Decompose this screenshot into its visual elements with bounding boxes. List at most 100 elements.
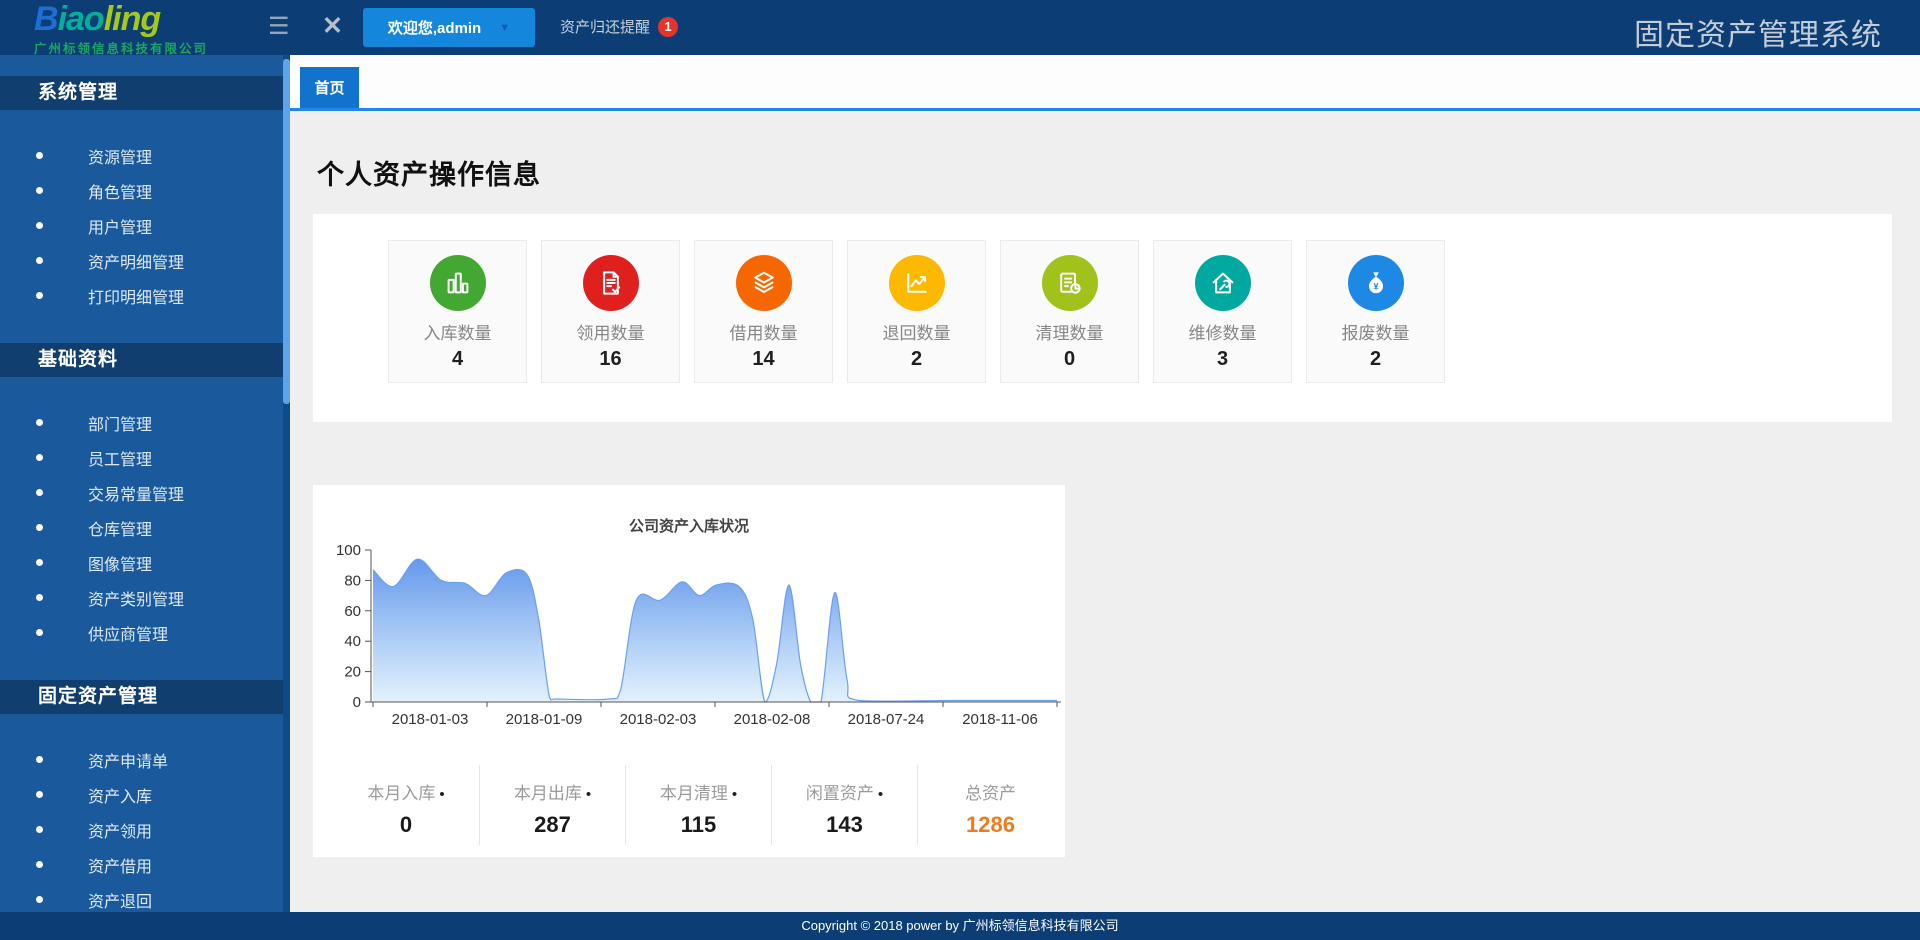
logo[interactable]: Biaoling 广州标领信息科技有限公司	[34, 2, 208, 57]
sidebar-item[interactable]: 员工管理	[0, 440, 290, 475]
sidebar-section-header[interactable]: 基础资料	[0, 343, 290, 377]
dot-icon: •	[732, 786, 737, 803]
money-bag-icon: ¥	[1348, 255, 1404, 311]
sidebar-item[interactable]: 资产类别管理	[0, 580, 290, 615]
sidebar-item-label: 图像管理	[88, 551, 152, 575]
svg-text:2018-02-08: 2018-02-08	[734, 711, 811, 728]
sidebar-item[interactable]: 打印明细管理	[0, 278, 290, 313]
home-wrench-icon	[1195, 255, 1251, 311]
summary-label: 总资产	[918, 779, 1063, 804]
stat-cards-panel: 入库数量 4 领用数量 16 借用数量 14 退回数量 2 清理数量 0 维修数…	[313, 214, 1892, 422]
dot-icon: •	[439, 786, 444, 803]
stat-card-label: 退回数量	[848, 319, 985, 344]
footer: Copyright © 2018 power by 广州标领信息科技有限公司	[0, 912, 1920, 940]
sidebar-item[interactable]: 资产申请单	[0, 742, 290, 777]
stat-card[interactable]: 维修数量 3	[1153, 240, 1292, 383]
svg-text:2018-07-24: 2018-07-24	[848, 711, 925, 728]
bullet-icon	[36, 187, 43, 194]
sidebar-item-label: 用户管理	[88, 214, 152, 238]
bullet-icon	[36, 629, 43, 636]
svg-text:2018-01-03: 2018-01-03	[392, 711, 469, 728]
sidebar-item[interactable]: 用户管理	[0, 208, 290, 243]
svg-text:40: 40	[344, 633, 361, 650]
sidebar-item[interactable]: 资源管理	[0, 138, 290, 173]
bullet-icon	[36, 594, 43, 601]
stat-card-label: 领用数量	[542, 319, 679, 344]
tab-home[interactable]: 首页	[300, 67, 359, 108]
sidebar-item-label: 打印明细管理	[88, 284, 184, 308]
stat-card[interactable]: ¥ 报废数量 2	[1306, 240, 1445, 383]
sidebar-item-label: 资产明细管理	[88, 249, 184, 273]
sidebar-item[interactable]: 资产领用	[0, 812, 290, 847]
sidebar-item[interactable]: 仓库管理	[0, 510, 290, 545]
dot-icon: •	[586, 786, 591, 803]
sidebar-item[interactable]: 图像管理	[0, 545, 290, 580]
user-dropdown-button[interactable]: 欢迎您,admin ▼	[363, 8, 535, 47]
asset-inbound-area-chart: 0204060801002018-01-032018-01-092018-02-…	[313, 540, 1065, 750]
app-header: Biaoling 广州标领信息科技有限公司 ☰ ✕ 欢迎您,admin ▼ 资产…	[0, 0, 1920, 55]
stat-card[interactable]: 借用数量 14	[694, 240, 833, 383]
svg-text:100: 100	[336, 542, 361, 559]
sidebar-item-label: 资产借用	[88, 853, 152, 877]
stat-card-value: 3	[1154, 348, 1291, 371]
sidebar-item[interactable]: 资产借用	[0, 847, 290, 882]
svg-text:0: 0	[353, 694, 361, 711]
sidebar-item-label: 资产入库	[88, 783, 152, 807]
sidebar-item-label: 仓库管理	[88, 516, 152, 540]
stat-card[interactable]: 清理数量 0	[1000, 240, 1139, 383]
svg-text:2018-01-09: 2018-01-09	[506, 711, 583, 728]
summary-stat: 闲置资产• 143	[771, 765, 917, 845]
sidebar-item[interactable]: 角色管理	[0, 173, 290, 208]
bullet-icon	[36, 222, 43, 229]
stat-card[interactable]: 入库数量 4	[388, 240, 527, 383]
stat-card-value: 4	[389, 348, 526, 371]
bullet-icon	[36, 419, 43, 426]
summary-value: 287	[480, 812, 625, 838]
asset-return-reminder[interactable]: 资产归还提醒 1	[560, 16, 678, 37]
sidebar-section-header[interactable]: 固定资产管理	[0, 680, 290, 714]
summary-label: 本月清理•	[626, 779, 771, 804]
sidebar-item-label: 资产申请单	[88, 748, 168, 772]
sidebar-item[interactable]: 交易常量管理	[0, 475, 290, 510]
bullet-icon	[36, 791, 43, 798]
menu-toggle-icon[interactable]: ☰	[268, 12, 290, 41]
sidebar-item-label: 角色管理	[88, 179, 152, 203]
copyright-text: Copyright © 2018 power by 广州标领信息科技有限公司	[801, 918, 1118, 933]
stat-card-value: 16	[542, 348, 679, 371]
svg-text:2018-11-06: 2018-11-06	[962, 711, 1038, 728]
summary-stat: 本月入库• 0	[333, 765, 479, 845]
close-icon[interactable]: ✕	[322, 11, 343, 41]
summary-label: 闲置资产•	[772, 779, 917, 804]
bullet-icon	[36, 454, 43, 461]
summary-label: 本月出库•	[480, 779, 625, 804]
chevron-down-icon: ▼	[499, 22, 510, 34]
sidebar-item-label: 资产领用	[88, 818, 152, 842]
summary-row: 本月入库• 0 本月出库• 287 本月清理• 115 闲置资产• 143 总资…	[333, 765, 1063, 845]
sidebar-item-label: 交易常量管理	[88, 481, 184, 505]
sidebar-item-label: 资产退回	[88, 888, 152, 912]
svg-text:60: 60	[344, 603, 361, 620]
notification-badge: 1	[658, 17, 678, 37]
app-title: 固定资产管理系统	[1634, 10, 1882, 54]
sidebar-item[interactable]: 资产入库	[0, 777, 290, 812]
summary-stat: 本月出库• 287	[479, 765, 625, 845]
stat-card[interactable]: 领用数量 16	[541, 240, 680, 383]
summary-stat: 总资产 1286	[917, 765, 1063, 845]
stat-card-label: 维修数量	[1154, 319, 1291, 344]
sidebar-section-header[interactable]: 系统管理	[0, 76, 290, 110]
document-check-icon	[583, 255, 639, 311]
sidebar-scrollbar-thumb[interactable]	[283, 59, 290, 404]
stat-card-value: 0	[1001, 348, 1138, 371]
bullet-icon	[36, 896, 43, 903]
stat-card[interactable]: 退回数量 2	[847, 240, 986, 383]
bullet-icon	[36, 489, 43, 496]
sidebar-item[interactable]: 资产明细管理	[0, 243, 290, 278]
summary-value: 0	[333, 812, 479, 838]
stat-card-label: 清理数量	[1001, 319, 1138, 344]
sidebar-item-label: 资产类别管理	[88, 586, 184, 610]
sidebar-item[interactable]: 部门管理	[0, 405, 290, 440]
stat-card-label: 入库数量	[389, 319, 526, 344]
stat-card-value: 2	[1307, 348, 1444, 371]
sidebar-item[interactable]: 供应商管理	[0, 615, 290, 650]
stat-card-value: 2	[848, 348, 985, 371]
